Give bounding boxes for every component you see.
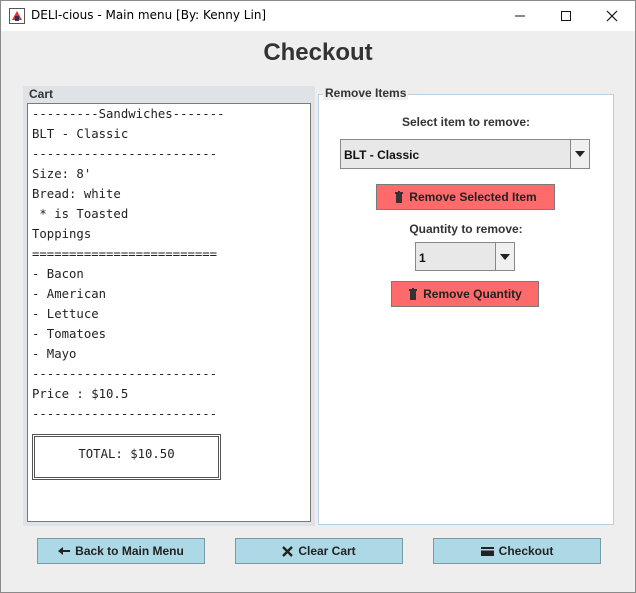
cart-line: - Lettuce: [32, 307, 99, 321]
trash-icon: [409, 288, 418, 300]
total-box: TOTAL: $10.50: [32, 434, 221, 480]
item-select-value: BLT - Classic: [344, 148, 420, 162]
cart-line: * is Toasted: [32, 207, 129, 221]
cart-line: -------------------------: [32, 407, 218, 421]
checkout-button[interactable]: Checkout: [433, 538, 601, 564]
cart-line: Bread: white: [32, 187, 121, 201]
clear-cart-label: Clear Cart: [298, 544, 356, 558]
item-select[interactable]: BLT - Classic: [340, 139, 590, 169]
cart-line: ---------Sandwiches-------: [32, 107, 225, 121]
minimize-button[interactable]: [497, 1, 543, 31]
cart-line: BLT - Classic: [32, 127, 129, 141]
remove-quantity-label: Remove Quantity: [423, 287, 522, 301]
maximize-icon: [561, 11, 571, 21]
cart-line: - Mayo: [32, 347, 77, 361]
arrow-left-icon: [58, 547, 71, 555]
remove-selected-item-label: Remove Selected Item: [409, 190, 537, 204]
app-icon: [9, 8, 25, 24]
cart-line: - Bacon: [32, 267, 84, 281]
chevron-down-icon: [575, 151, 585, 157]
remove-items-title: Remove Items: [323, 86, 409, 100]
window-title: DELI-cious - Main menu [By: Kenny Lin]: [31, 8, 267, 22]
cart-line: -------------------------: [32, 367, 218, 381]
maximize-button[interactable]: [543, 1, 589, 31]
remove-quantity-button[interactable]: Remove Quantity: [391, 281, 539, 307]
cart-title: Cart: [29, 87, 54, 101]
checkout-label: Checkout: [498, 544, 554, 558]
cart-line: =========================: [32, 247, 218, 261]
back-to-main-menu-button[interactable]: Back to Main Menu: [37, 538, 205, 564]
close-button[interactable]: [589, 1, 635, 31]
back-to-main-menu-label: Back to Main Menu: [75, 544, 184, 558]
cart-line: - Tomatoes: [32, 327, 107, 341]
item-select-arrow[interactable]: [570, 140, 589, 168]
minimize-icon: [515, 15, 525, 17]
remove-selected-item-button[interactable]: Remove Selected Item: [376, 184, 555, 210]
cart-line: - American: [32, 287, 107, 301]
cart-line: Toppings: [32, 227, 92, 241]
clear-cart-button[interactable]: Clear Cart: [235, 538, 403, 564]
cart-textarea[interactable]: ---------Sandwiches------- BLT - Classic…: [27, 103, 311, 522]
chevron-down-icon: [500, 253, 510, 260]
cart-line: Size: 8': [32, 167, 92, 181]
page-title: Checkout: [263, 39, 373, 66]
close-icon: [606, 10, 618, 22]
quantity-select[interactable]: 1: [415, 242, 515, 271]
quantity-label: Quantity to remove:: [409, 222, 523, 236]
cart-line: -------------------------: [32, 147, 218, 161]
app-window: DELI-cious - Main menu [By: Kenny Lin] C…: [0, 0, 636, 593]
cart-total: TOTAL: $10.50: [78, 447, 175, 461]
cart-panel: Cart ---------Sandwiches------- BLT - Cl…: [23, 86, 315, 526]
cart-line: Price : $10.5: [32, 387, 129, 401]
title-bar: DELI-cious - Main menu [By: Kenny Lin]: [1, 1, 635, 31]
quantity-select-value: 1: [419, 251, 426, 265]
select-item-label: Select item to remove:: [401, 115, 531, 129]
x-icon: [282, 545, 294, 557]
trash-icon: [395, 191, 404, 203]
quantity-select-arrow[interactable]: [495, 243, 514, 270]
card-icon: [480, 546, 494, 556]
